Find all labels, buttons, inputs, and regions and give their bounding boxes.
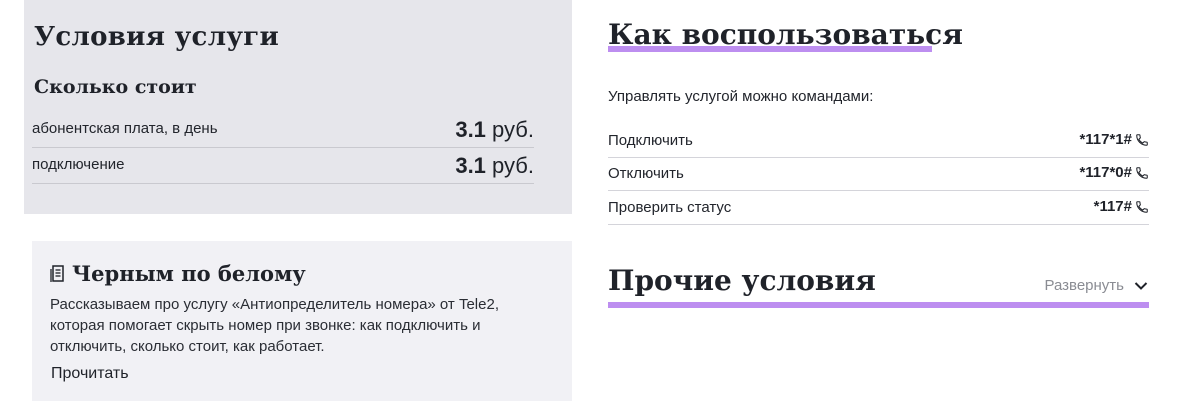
article-header: Черным по белому: [50, 261, 306, 286]
price-unit: руб.: [492, 117, 534, 142]
ussd-code: *117#: [1093, 198, 1132, 215]
phone-icon: [1136, 166, 1148, 179]
howto-intro: Управлять услугой можно командами:: [608, 88, 874, 105]
other-conditions-underline: [608, 302, 1149, 308]
ussd-code: *117*0#: [1079, 164, 1132, 181]
howto-title-underline: [608, 46, 932, 52]
price-unit: руб.: [492, 153, 534, 178]
article-title: Черным по белому: [72, 261, 306, 286]
command-code-disable[interactable]: *117*0#: [1079, 164, 1149, 181]
command-label: Проверить статус: [608, 199, 732, 216]
article-description: Рассказываем про услугу «Антиопределител…: [50, 296, 499, 355]
command-label: Подключить: [608, 132, 693, 149]
price-amount: 3.1: [455, 117, 486, 142]
conditions-title: Условия услуги: [34, 22, 280, 52]
expand-label: Развернуть: [1044, 277, 1124, 294]
command-row-status: Проверить статус *117#: [608, 191, 1149, 225]
command-row-enable: Подключить *117*1#: [608, 124, 1149, 158]
price-value: 3.1 руб.: [455, 153, 534, 179]
price-amount: 3.1: [455, 153, 486, 178]
price-value: 3.1 руб.: [455, 117, 534, 143]
document-icon: [50, 264, 64, 282]
price-row-connection: подключение 3.1 руб.: [32, 147, 534, 184]
command-code-status[interactable]: *117#: [1094, 198, 1149, 215]
command-row-disable: Отключить *117*0#: [608, 157, 1149, 191]
read-article-link[interactable]: Прочитать: [51, 365, 129, 383]
expand-button[interactable]: Развернуть: [1044, 277, 1148, 294]
other-conditions-title: Прочие условия: [608, 264, 876, 297]
price-subtitle: Сколько стоит: [34, 76, 197, 98]
phone-icon: [1136, 200, 1148, 213]
phone-icon: [1136, 133, 1148, 146]
price-label: подключение: [32, 156, 125, 173]
command-code-enable[interactable]: *117*1#: [1079, 131, 1149, 148]
command-label: Отключить: [608, 165, 684, 182]
ussd-code: *117*1#: [1079, 131, 1132, 148]
price-row-daily-fee: абонентская плата, в день 3.1 руб.: [32, 111, 534, 148]
price-label: абонентская плата, в день: [32, 120, 218, 137]
chevron-down-icon: [1134, 281, 1148, 290]
service-conditions-panel: Условия услуги Сколько стоит абонентская…: [24, 0, 572, 214]
